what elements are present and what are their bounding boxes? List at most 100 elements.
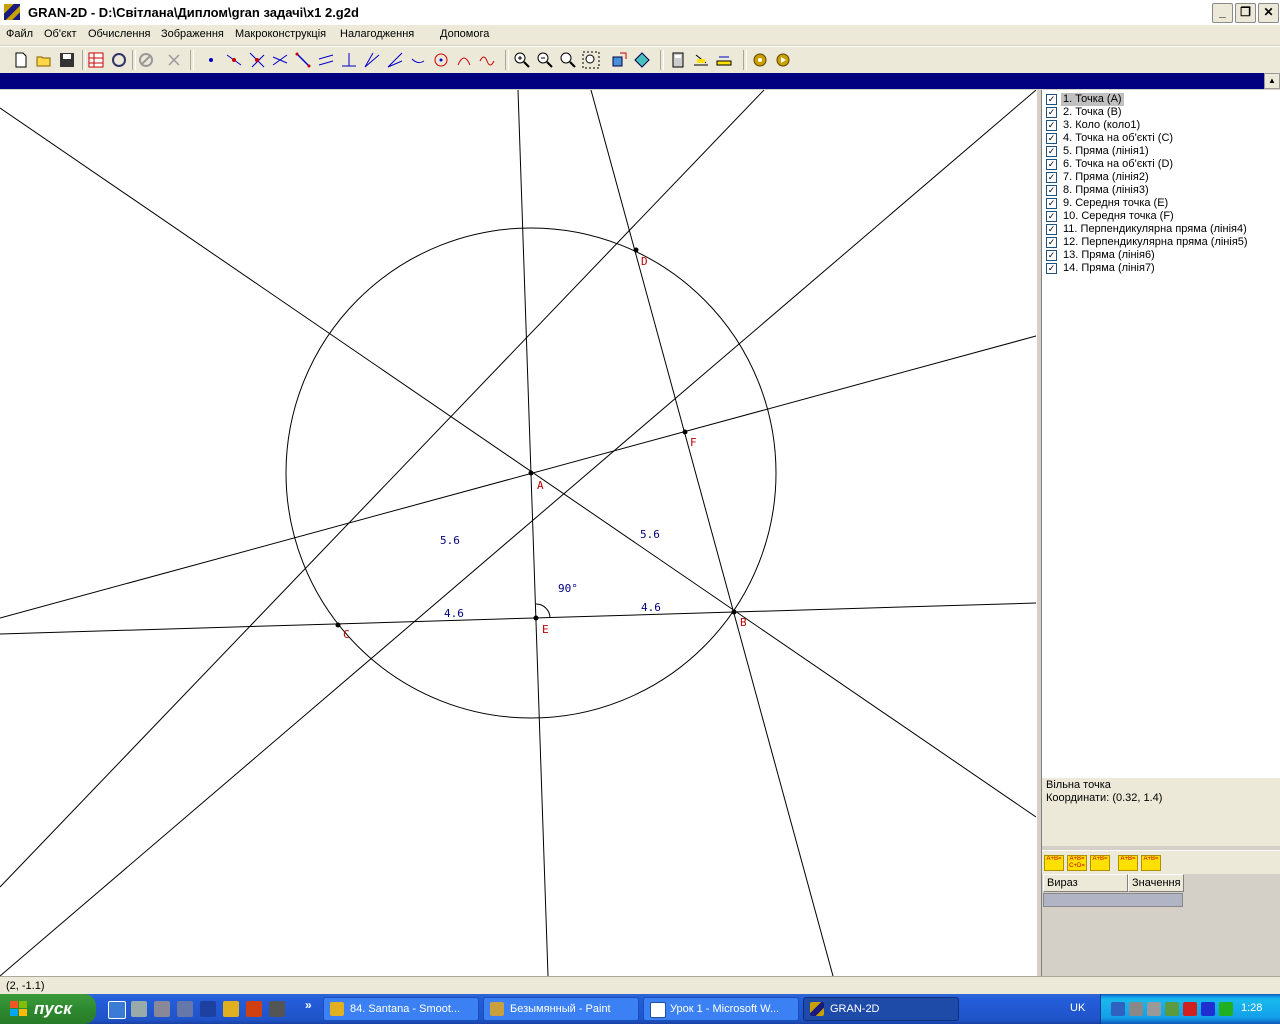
tray-volume-icon[interactable] <box>1147 1002 1161 1016</box>
point-a[interactable] <box>528 470 534 476</box>
menu-debug[interactable]: Налагодження <box>340 28 414 40</box>
delete-expression-icon[interactable]: A+B= <box>1090 855 1110 871</box>
checkbox[interactable]: ✓ <box>1046 107 1057 118</box>
line-liniya4[interactable] <box>517 90 549 976</box>
save-disk-icon[interactable] <box>200 1001 216 1017</box>
object-item[interactable]: ✓ 3. Коло (коло1) <box>1046 119 1278 132</box>
object-item[interactable]: ✓ 5. Пряма (лінія1) <box>1046 145 1278 158</box>
zoom-fit-icon[interactable] <box>559 51 577 69</box>
table-row[interactable] <box>1043 893 1183 907</box>
crossing-lines-icon[interactable] <box>271 51 289 69</box>
start-button[interactable]: пуск <box>0 994 96 1024</box>
tray-update-icon[interactable] <box>1165 1002 1179 1016</box>
language-indicator[interactable]: UK <box>1070 1002 1085 1014</box>
checkbox[interactable]: ✓ <box>1046 146 1057 157</box>
pencil-icon[interactable] <box>223 1001 239 1017</box>
bisector-icon[interactable] <box>386 51 404 69</box>
restore-button[interactable]: ❐ <box>1235 3 1256 23</box>
task-gran2d[interactable]: GRAN-2D <box>803 997 959 1021</box>
drive-icon[interactable] <box>177 1001 193 1017</box>
point-icon[interactable] <box>202 51 220 69</box>
tray-antivirus-icon[interactable] <box>1183 1002 1197 1016</box>
minimize-button[interactable]: _ <box>1212 3 1233 23</box>
table-icon[interactable] <box>87 51 105 69</box>
object-item[interactable]: ✓ 6. Точка на об'єкті (D) <box>1046 158 1278 171</box>
point-e[interactable] <box>533 615 539 621</box>
checkbox[interactable]: ✓ <box>1046 159 1057 170</box>
drawing-canvas[interactable]: A B C D E F 5.6 5.6 4.6 4.6 90° <box>0 90 1036 976</box>
disabled-icon[interactable] <box>137 51 155 69</box>
app-icon[interactable] <box>246 1001 262 1017</box>
object-item[interactable]: ✓ 13. Пряма (лінія6) <box>1046 249 1278 262</box>
add-expressions-icon[interactable]: A+B= C+D= <box>1067 855 1087 871</box>
column-value[interactable]: Значення <box>1128 874 1184 892</box>
checkbox[interactable]: ✓ <box>1046 94 1057 105</box>
object-item[interactable]: ✓ 14. Пряма (лінія7) <box>1046 262 1278 275</box>
network-icon[interactable] <box>131 1001 147 1017</box>
printer-icon[interactable] <box>154 1001 170 1017</box>
zoom-out-icon[interactable] <box>536 51 554 69</box>
scroll-up-button[interactable]: ▲ <box>1264 73 1280 89</box>
measure-icon[interactable] <box>692 51 710 69</box>
line-liniya5[interactable] <box>590 90 834 976</box>
macro-run-icon[interactable] <box>774 51 792 69</box>
menu-help[interactable]: Допомога <box>440 28 489 40</box>
zoom-in-icon[interactable] <box>513 51 531 69</box>
point-b[interactable] <box>731 609 737 615</box>
intersection-icon[interactable] <box>248 51 266 69</box>
point-f[interactable] <box>682 429 688 435</box>
checkbox[interactable]: ✓ <box>1046 211 1057 222</box>
menu-calculation[interactable]: Обчислення <box>88 28 151 40</box>
point-d[interactable] <box>633 247 639 253</box>
ruler-icon[interactable] <box>715 51 733 69</box>
film-icon[interactable] <box>269 1001 285 1017</box>
move-icon[interactable] <box>610 51 628 69</box>
save-icon[interactable] <box>58 51 76 69</box>
menu-object[interactable]: Об'єкт <box>44 28 77 40</box>
line-liniya1[interactable] <box>0 602 1036 635</box>
calculator-icon[interactable] <box>669 51 687 69</box>
object-item[interactable]: ✓ 9. Середня точка (E) <box>1046 197 1278 210</box>
checkbox[interactable]: ✓ <box>1046 263 1057 274</box>
task-paint[interactable]: Безымянный - Paint <box>483 997 639 1021</box>
curve-icon[interactable] <box>478 51 496 69</box>
line-liniya7[interactable] <box>0 90 1036 976</box>
more-quicklaunch-icon[interactable]: » <box>305 998 312 1012</box>
tray-pen-icon[interactable] <box>1111 1002 1125 1016</box>
checkbox[interactable]: ✓ <box>1046 224 1057 235</box>
line-liniya2[interactable] <box>0 107 1036 818</box>
perpendicular-icon[interactable] <box>340 51 358 69</box>
macro-icon[interactable] <box>751 51 769 69</box>
menu-view[interactable]: Зображення <box>161 28 224 40</box>
column-expression[interactable]: Вираз <box>1043 874 1128 892</box>
close-button[interactable]: ✕ <box>1258 3 1279 23</box>
line-liniya6[interactable] <box>0 335 1036 619</box>
move-expression-up-icon[interactable]: A+B= <box>1118 855 1138 871</box>
object-item[interactable]: ✓ 2. Точка (B) <box>1046 106 1278 119</box>
task-santana[interactable]: 84. Santana - Smoot... <box>323 997 479 1021</box>
checkbox[interactable]: ✓ <box>1046 133 1057 144</box>
menu-file[interactable]: Файл <box>6 28 33 40</box>
line-liniya3[interactable] <box>0 90 765 888</box>
rotate-icon[interactable] <box>633 51 651 69</box>
vector-icon[interactable] <box>409 51 427 69</box>
new-file-icon[interactable] <box>12 51 30 69</box>
cut-icon[interactable] <box>165 51 183 69</box>
object-item[interactable]: ✓ 7. Пряма (лінія2) <box>1046 171 1278 184</box>
refresh-icon[interactable] <box>110 51 128 69</box>
object-item[interactable]: ✓ 11. Перпендикулярна пряма (лінія4) <box>1046 223 1278 236</box>
circle-icon[interactable] <box>432 51 450 69</box>
zoom-window-icon[interactable] <box>582 51 600 69</box>
ie-icon[interactable] <box>108 1001 126 1019</box>
checkbox[interactable]: ✓ <box>1046 198 1057 209</box>
object-item[interactable]: ✓ 4. Точка на об'єкті (C) <box>1046 132 1278 145</box>
point-on-line-icon[interactable] <box>225 51 243 69</box>
parallel-icon[interactable] <box>317 51 335 69</box>
segment-icon[interactable] <box>294 51 312 69</box>
geometry-drawing[interactable]: A B C D E F 5.6 5.6 4.6 4.6 90° <box>0 90 1036 976</box>
checkbox[interactable]: ✓ <box>1046 185 1057 196</box>
move-expression-down-icon[interactable]: A+B= <box>1141 855 1161 871</box>
tray-media-icon[interactable] <box>1201 1002 1215 1016</box>
object-item[interactable]: ✓ 8. Пряма (лінія3) <box>1046 184 1278 197</box>
task-word[interactable]: Урок 1 - Microsoft W... <box>643 997 799 1021</box>
